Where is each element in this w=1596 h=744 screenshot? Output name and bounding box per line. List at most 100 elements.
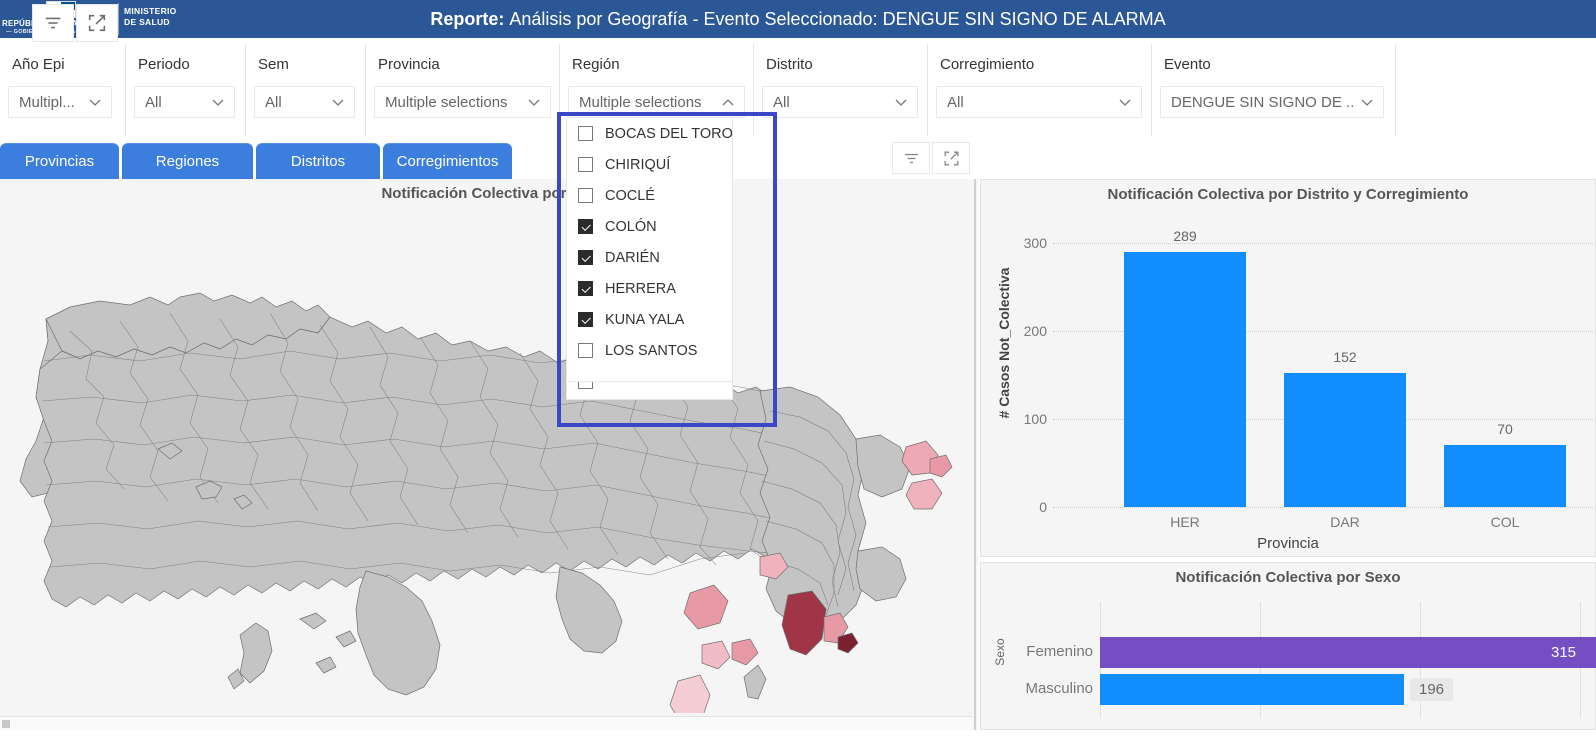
- region-dropdown-clipped-row[interactable]: [566, 382, 733, 400]
- checkbox-checked-icon[interactable]: [578, 312, 593, 327]
- tab-label-regiones: Regiones: [155, 153, 220, 170]
- header-focus-button[interactable]: [76, 4, 118, 42]
- map-toolbar: [892, 142, 970, 174]
- slicer-value-region: Multiple selections: [579, 93, 702, 111]
- bar-chart-y-axis-title: # Casos Not_Colectiva: [996, 267, 1012, 419]
- header-filter-button[interactable]: [32, 4, 74, 42]
- checkbox-unchecked-icon[interactable]: [578, 157, 593, 172]
- map-focus-button[interactable]: [932, 142, 970, 174]
- tab-label-distritos: Distritos: [290, 153, 346, 170]
- checkbox-checked-icon[interactable]: [578, 219, 593, 234]
- slicer-distrito: Distrito All: [754, 44, 928, 136]
- slicer-label-region: Región: [572, 56, 620, 73]
- region-option-los-santos[interactable]: LOS SANTOS: [567, 335, 732, 366]
- slicer-value-periodo: All: [145, 93, 162, 111]
- slicer-value-evento: DENGUE SIN SIGNO DE ...: [1171, 93, 1353, 111]
- bar-category-her: HER: [1170, 514, 1200, 530]
- chevron-down-icon: [89, 99, 101, 106]
- checkbox-unchecked-icon[interactable]: [578, 188, 593, 203]
- bar-value-her: 289: [1173, 228, 1197, 244]
- page-title-prefix: Reporte:: [430, 8, 505, 29]
- bar-chart-x-axis-title: Provincia: [1257, 535, 1319, 552]
- region-option-label: COCLÉ: [605, 187, 655, 204]
- checkbox-checked-icon[interactable]: [578, 281, 593, 296]
- app-header: ★★ REPÚBLICA DE PANAMÁ — GOBIERNO NACION…: [0, 0, 1596, 38]
- scrollbar-thumb[interactable]: [2, 720, 10, 728]
- region-option-herrera[interactable]: HERRERA: [567, 273, 732, 304]
- page-title: Reporte: Análisis por Geografía - Evento…: [0, 0, 1596, 38]
- map-region-highlight[interactable]: [929, 454, 953, 478]
- region-option-label: CHIRIQUÍ: [605, 156, 671, 173]
- slicer-label-evento: Evento: [1164, 56, 1211, 73]
- map-region-highlight[interactable]: [701, 640, 731, 670]
- bar-value-dar: 152: [1333, 349, 1357, 365]
- region-option-label: DARIÉN: [605, 249, 660, 266]
- region-option-label: HERRERA: [605, 280, 676, 297]
- region-option-darien[interactable]: DARIÉN: [567, 242, 732, 273]
- chevron-down-icon: [528, 99, 540, 106]
- focus-mode-icon: [88, 14, 106, 32]
- slicer-dropdown-periodo[interactable]: All: [134, 86, 235, 118]
- tab-regiones[interactable]: Regiones: [122, 143, 253, 179]
- sex-bar-masculino[interactable]: [1100, 674, 1404, 705]
- region-option-bocas-del-toro[interactable]: BOCAS DEL TORO: [567, 118, 732, 149]
- region-option-colon[interactable]: COLÓN: [567, 211, 732, 242]
- slicer-value-ano-epi: Multipl...: [19, 93, 75, 111]
- sex-bar-femenino[interactable]: [1100, 637, 1596, 668]
- filter-icon: [45, 17, 61, 29]
- map-region-highlight[interactable]: [905, 478, 943, 510]
- slicer-label-distrito: Distrito: [766, 56, 813, 73]
- region-dropdown-list[interactable]: BOCAS DEL TORO CHIRIQUÍ COCLÉ COLÓN DARI…: [566, 117, 733, 382]
- tab-provincias[interactable]: Provincias: [0, 143, 119, 179]
- sex-chart-visual[interactable]: Notificación Colectiva por Sexo Sexo Fem…: [980, 562, 1596, 730]
- panama-choropleth-map[interactable]: [0, 201, 978, 713]
- bar-category-dar: DAR: [1330, 514, 1360, 530]
- slicer-dropdown-distrito[interactable]: All: [762, 86, 918, 118]
- slicer-value-distrito: All: [773, 93, 790, 111]
- tab-corregimientos[interactable]: Corregimientos: [383, 143, 512, 179]
- map-region-highlight[interactable]: [781, 590, 827, 656]
- region-option-label: KUNA YALA: [605, 311, 685, 328]
- slicer-dropdown-corregimiento[interactable]: All: [936, 86, 1142, 118]
- slicer-label-periodo: Periodo: [138, 56, 190, 73]
- tab-label-provincias: Provincias: [24, 153, 95, 170]
- region-option-chiriqui[interactable]: CHIRIQUÍ: [567, 149, 732, 180]
- region-option-label: LOS SANTOS: [605, 342, 698, 359]
- tab-distritos[interactable]: Distritos: [256, 143, 380, 179]
- checkbox-checked-icon[interactable]: [578, 250, 593, 265]
- bar-value-col: 70: [1497, 421, 1513, 437]
- slicer-dropdown-evento[interactable]: DENGUE SIN SIGNO DE ...: [1160, 86, 1384, 118]
- chevron-down-icon: [212, 99, 224, 106]
- bar-chart-title: Notificación Colectiva por Distrito y Co…: [1107, 186, 1469, 203]
- slicer-corregimiento: Corregimiento All: [928, 44, 1152, 136]
- slicer-dropdown-ano-epi[interactable]: Multipl...: [8, 86, 112, 118]
- checkbox-unchecked-icon[interactable]: [578, 382, 593, 389]
- map-horizontal-scrollbar[interactable]: [0, 716, 978, 730]
- slicer-evento: Evento DENGUE SIN SIGNO DE ...: [1152, 44, 1396, 136]
- checkbox-unchecked-icon[interactable]: [578, 343, 593, 358]
- slicer-dropdown-provincia[interactable]: Multiple selections: [374, 86, 551, 118]
- region-option-kuna-yala[interactable]: KUNA YALA: [567, 304, 732, 335]
- map-region-highlight[interactable]: [837, 632, 859, 654]
- bar-category-col: COL: [1490, 514, 1520, 530]
- map-region-highlight[interactable]: [683, 584, 729, 630]
- bar-dar[interactable]: [1284, 373, 1406, 507]
- checkbox-unchecked-icon[interactable]: [578, 126, 593, 141]
- map-visual[interactable]: Notificación Colectiva por Cor: [0, 142, 978, 730]
- slicer-label-ano-epi: Año Epi: [12, 56, 65, 73]
- chevron-up-icon: [722, 99, 734, 106]
- y-tick-100: 100: [1023, 411, 1047, 427]
- region-option-label: BOCAS DEL TORO: [605, 125, 733, 142]
- sex-label-femenino: Femenino: [1026, 643, 1093, 660]
- region-option-cocle[interactable]: COCLÉ: [567, 180, 732, 211]
- bar-her[interactable]: [1124, 252, 1246, 507]
- slicer-label-sem: Sem: [258, 56, 289, 73]
- slicer-dropdown-sem[interactable]: All: [254, 86, 355, 118]
- map-filter-button[interactable]: [892, 142, 930, 174]
- bar-chart-visual[interactable]: Notificación Colectiva por Distrito y Co…: [980, 179, 1596, 557]
- bar-col[interactable]: [1444, 445, 1566, 507]
- y-tick-0: 0: [1039, 499, 1047, 515]
- map-region-highlight[interactable]: [731, 638, 759, 666]
- map-region-highlight[interactable]: [669, 674, 711, 713]
- focus-mode-icon: [943, 150, 959, 166]
